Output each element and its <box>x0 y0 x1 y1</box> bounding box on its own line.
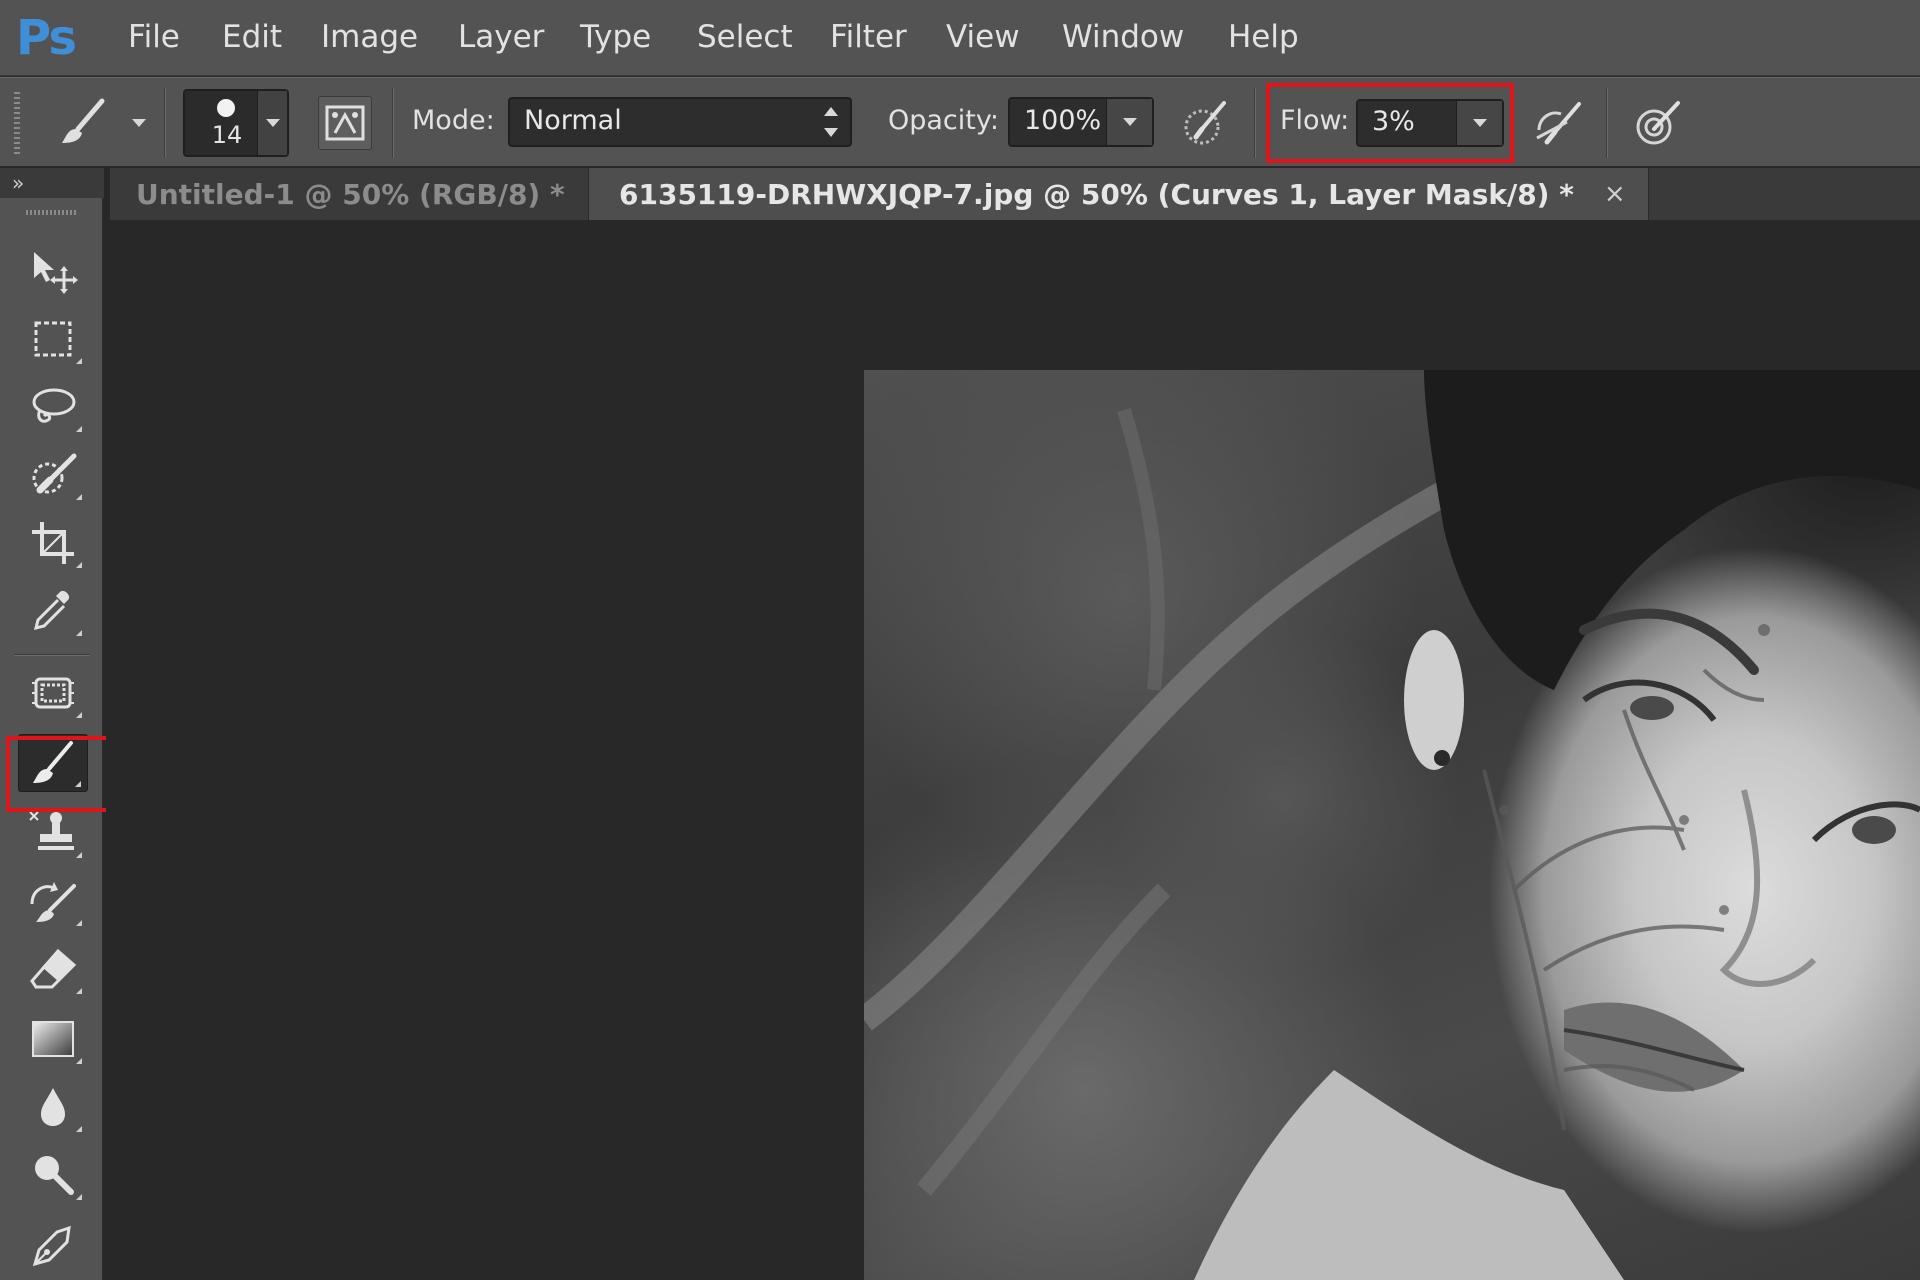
document-canvas-photo[interactable] <box>864 370 1920 1280</box>
divider <box>1254 88 1256 158</box>
flow-value: 3% <box>1372 106 1415 137</box>
move-icon <box>34 252 78 294</box>
blend-mode-select[interactable]: Normal <box>508 97 852 147</box>
menu-view[interactable]: View <box>946 16 1020 58</box>
flyout-indicator <box>76 630 82 636</box>
brush-panel-toggle-icon[interactable] <box>318 96 372 150</box>
healing-patch-icon <box>32 677 74 709</box>
brush-preset-dropdown[interactable] <box>257 91 287 155</box>
pressure-opacity-icon[interactable] <box>1178 98 1232 148</box>
eyedropper-tool[interactable] <box>18 582 88 640</box>
menu-file[interactable]: File <box>128 16 180 58</box>
document-tab-bar: Untitled-1 @ 50% (RGB/8) * × 6135119-DRH… <box>110 168 1920 220</box>
spot-healing-tool[interactable] <box>18 664 88 722</box>
menu-help[interactable]: Help <box>1228 16 1299 58</box>
flyout-indicator <box>76 562 82 568</box>
blend-mode-value: Normal <box>524 105 622 136</box>
tab-active-document[interactable]: 6135119-DRHWXJQP-7.jpg @ 50% (Curves 1, … <box>588 168 1649 220</box>
flyout-indicator <box>76 1194 82 1200</box>
quick-selection-icon <box>32 453 77 494</box>
flyout-indicator <box>76 426 82 432</box>
flyout-indicator <box>76 712 82 718</box>
marquee-icon <box>34 321 72 357</box>
photo-illustration <box>864 370 1920 1280</box>
flow-dropdown[interactable] <box>1456 101 1502 145</box>
flyout-indicator <box>75 781 81 787</box>
pressure-size-icon[interactable] <box>1630 98 1686 148</box>
drop-icon <box>41 1088 65 1126</box>
tab-label: Untitled-1 @ 50% (RGB/8) * <box>136 177 565 211</box>
menu-bar: Ps File Edit Image Layer Type Select Fil… <box>0 0 1920 76</box>
flow-input[interactable]: 3% <box>1356 99 1504 147</box>
options-bar-grip[interactable] <box>14 92 20 154</box>
opacity-value: 100% <box>1024 105 1102 136</box>
flyout-indicator <box>76 494 82 500</box>
flyout-indicator <box>76 1126 82 1132</box>
brush-icon <box>33 741 73 783</box>
crop-tool[interactable] <box>18 514 88 572</box>
menu-edit[interactable]: Edit <box>222 16 282 58</box>
tab-label: 6135119-DRHWXJQP-7.jpg @ 50% (Curves 1, … <box>619 177 1574 211</box>
eraser-icon <box>30 948 77 989</box>
menu-window[interactable]: Window <box>1062 16 1184 58</box>
clone-stamp-tool[interactable] <box>18 804 88 862</box>
chevron-down-icon <box>1122 118 1137 126</box>
rectangular-marquee-tool[interactable] <box>18 310 88 368</box>
up-down-arrows-icon <box>824 107 838 137</box>
tool-preset-brush-icon[interactable] <box>52 92 116 154</box>
lasso-tool[interactable] <box>18 378 88 436</box>
gradient-icon <box>32 1021 74 1057</box>
dodge-icon <box>35 1156 74 1195</box>
tools-panel-grip[interactable] <box>26 210 78 215</box>
dodge-tool[interactable] <box>18 1146 88 1204</box>
crop-icon <box>32 522 74 564</box>
divider <box>164 88 166 158</box>
brush-size-value: 14 <box>211 121 243 149</box>
tool-preset-dropdown-icon[interactable] <box>128 108 150 138</box>
pen-icon <box>32 1225 71 1267</box>
menu-filter[interactable]: Filter <box>830 16 907 58</box>
chevron-down-icon <box>1472 119 1487 127</box>
opacity-dropdown[interactable] <box>1106 99 1152 145</box>
brush-preset-picker[interactable]: 14 <box>183 89 289 157</box>
blur-tool[interactable] <box>18 1078 88 1136</box>
history-brush-icon <box>30 882 76 922</box>
gradient-tool[interactable] <box>18 1010 88 1068</box>
history-brush-tool[interactable] <box>18 872 88 930</box>
close-icon[interactable]: × <box>1604 179 1626 209</box>
divider <box>392 88 394 158</box>
brush-tool[interactable] <box>18 734 88 792</box>
flyout-indicator <box>76 988 82 994</box>
tools-panel-header: » <box>0 168 104 198</box>
tools-panel: » <box>0 168 110 1280</box>
opacity-input[interactable]: 100% <box>1008 97 1154 147</box>
mode-label: Mode: <box>412 105 495 136</box>
flyout-indicator <box>76 1058 82 1064</box>
tab-untitled-1[interactable]: Untitled-1 @ 50% (RGB/8) * × <box>136 168 617 220</box>
menu-layer[interactable]: Layer <box>458 16 544 58</box>
menu-image[interactable]: Image <box>321 16 418 58</box>
move-tool[interactable] <box>18 242 88 300</box>
options-bar: 14 Mode: Normal Opacity: 100% Flow: 3% <box>0 77 1920 167</box>
menu-select[interactable]: Select <box>697 16 793 58</box>
stamp-icon <box>29 811 74 850</box>
opacity-label: Opacity: <box>888 105 999 136</box>
expand-panel-icon[interactable]: » <box>12 168 24 198</box>
flyout-indicator <box>76 852 82 858</box>
menu-type[interactable]: Type <box>580 16 651 58</box>
quick-selection-tool[interactable] <box>18 446 88 504</box>
lasso-icon <box>32 388 76 423</box>
divider <box>1606 88 1608 158</box>
tools-divider <box>14 654 90 656</box>
airbrush-icon[interactable] <box>1530 98 1586 148</box>
flyout-indicator <box>76 920 82 926</box>
eraser-tool[interactable] <box>18 940 88 998</box>
brush-tip-icon <box>217 99 235 117</box>
pen-tool[interactable] <box>18 1216 88 1274</box>
flyout-indicator <box>76 358 82 364</box>
flow-label: Flow: <box>1280 105 1350 136</box>
photoshop-logo: Ps <box>16 10 77 66</box>
chevron-down-icon <box>265 119 280 127</box>
eyedropper-icon <box>33 590 70 631</box>
